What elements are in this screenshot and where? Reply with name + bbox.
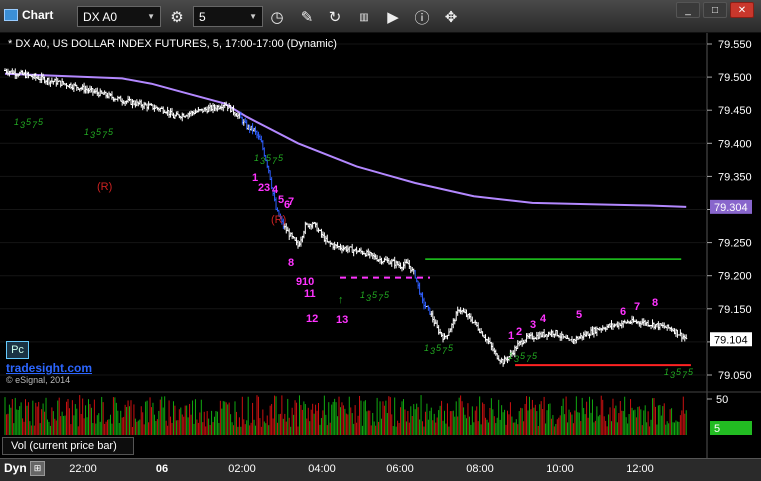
pc-button[interactable]: Pc [6, 341, 29, 359]
time-label: 08:00 [466, 463, 494, 475]
chart-background [0, 33, 761, 458]
clock-icon[interactable]: ◷ [266, 6, 288, 28]
setup-count-label: 6 [620, 306, 626, 318]
chart-canvas[interactable]: 12 3 45 6789 101112 131 23 4 5 6 7 8(R)(R)1 3 5 7 51 3 5 7… [0, 33, 761, 458]
setup-count-label: 5 [576, 309, 582, 321]
countdown-label: 3 [366, 293, 371, 303]
countdown-label: 3 [670, 370, 675, 380]
countdown-label: 3 [90, 130, 95, 140]
time-label: 06 [155, 463, 169, 475]
time-label: 04:00 [308, 463, 336, 475]
toolbar: Chart DX A0 ▼ ⚙ 5 ▼ ◷ ✎ ↻ ▥ ▶ ⓘ ✥ _ □ ✕ [0, 0, 761, 33]
ma-value-label: 79.304 [714, 202, 748, 214]
setup-count-label: 4 [540, 313, 547, 325]
crosshair-icon[interactable]: ✥ [440, 6, 462, 28]
symbol-input[interactable]: DX A0 ▼ [77, 6, 161, 27]
setup-count-label: 8 [288, 257, 294, 269]
watermark-copyright: © eSignal, 2014 [6, 375, 71, 385]
close-button[interactable]: ✕ [730, 2, 754, 18]
volume-panel-label: Vol (current price bar) [2, 437, 134, 455]
buy-arrow-icon: ↑ [338, 294, 344, 306]
info-icon[interactable]: ⓘ [411, 6, 433, 28]
time-label: 02:00 [228, 463, 256, 475]
price-tick-label: 79.500 [718, 72, 752, 84]
last-price-label: 79.104 [714, 334, 748, 346]
setup-count-label: 10 [302, 276, 314, 288]
time-mode-label[interactable]: Dyn [4, 461, 27, 475]
r-marker-label: (R) [97, 181, 112, 193]
lock-icon[interactable]: ⊞ [30, 461, 45, 476]
symbol-value: DX A0 [83, 9, 118, 24]
countdown-label: 1 [360, 290, 365, 300]
chevron-down-icon[interactable]: ▼ [249, 12, 257, 21]
time-label: 22:00 [69, 463, 97, 475]
play-icon[interactable]: ▶ [382, 6, 404, 28]
time-label: 06:00 [386, 463, 414, 475]
pencil-icon[interactable]: ✎ [296, 6, 318, 28]
chart-window-icon [4, 9, 18, 21]
curve-icon[interactable]: ↻ [324, 6, 346, 28]
countdown-label: 1 [664, 367, 669, 377]
app-title-label: Chart [22, 8, 54, 22]
price-tick-label: 79.350 [718, 171, 752, 183]
countdown-label: 3 [260, 156, 265, 166]
countdown-label: 1 [508, 351, 513, 361]
price-tick-label: 79.200 [718, 271, 752, 283]
settings-gear-icon[interactable]: ⚙ [166, 6, 188, 28]
bar-chart-icon[interactable]: ▥ [353, 6, 375, 28]
interval-input[interactable]: 5 ▼ [193, 6, 263, 27]
price-tick-label: 79.250 [718, 238, 752, 250]
time-label: 10:00 [546, 463, 574, 475]
setup-count-label: 13 [336, 314, 348, 326]
setup-count-label: 1 [508, 330, 514, 342]
setup-count-label: 7 [288, 196, 294, 208]
setup-count-label: 7 [634, 301, 640, 313]
price-tick-label: 79.550 [718, 39, 752, 51]
countdown-label: 1 [14, 117, 19, 127]
price-tick-label: 79.400 [718, 138, 752, 150]
countdown-label: 3 [514, 354, 519, 364]
countdown-label: 3 [430, 346, 435, 356]
price-tick-label: 79.450 [718, 105, 752, 117]
countdown-label: 3 [20, 120, 25, 130]
setup-count-label: 12 [306, 313, 318, 325]
time-axis: Dyn ⊞ 22:00 06 02:00 04:00 06:00 08:00 10:00 12… [0, 458, 761, 481]
setup-count-label: 3 [530, 319, 536, 331]
setup-count-label: 2 [516, 326, 522, 338]
r-marker-label: (R) [271, 214, 286, 226]
chevron-down-icon[interactable]: ▼ [147, 12, 155, 21]
time-label: 12:00 [626, 463, 654, 475]
setup-count-label: 8 [652, 297, 658, 309]
app-title: Chart [4, 8, 53, 22]
countdown-label: 1 [424, 343, 429, 353]
maximize-button[interactable]: □ [703, 2, 727, 18]
volume-tick-label: 50 [716, 394, 728, 406]
watermark-site: tradesight.com [6, 361, 93, 375]
price-tick-label: 79.050 [718, 370, 752, 382]
setup-count-label: 11 [304, 288, 316, 300]
countdown-label: 1 [84, 127, 89, 137]
countdown-label: 1 [254, 153, 259, 163]
interval-value: 5 [199, 9, 206, 24]
price-tick-label: 79.150 [718, 304, 752, 316]
volume-current-label: 5 [714, 423, 720, 435]
chart-title: * DX A0, US DOLLAR INDEX FUTURES, 5, 17:… [8, 38, 337, 50]
minimize-button[interactable]: _ [676, 2, 700, 18]
setup-count-label: 3 [264, 182, 270, 194]
